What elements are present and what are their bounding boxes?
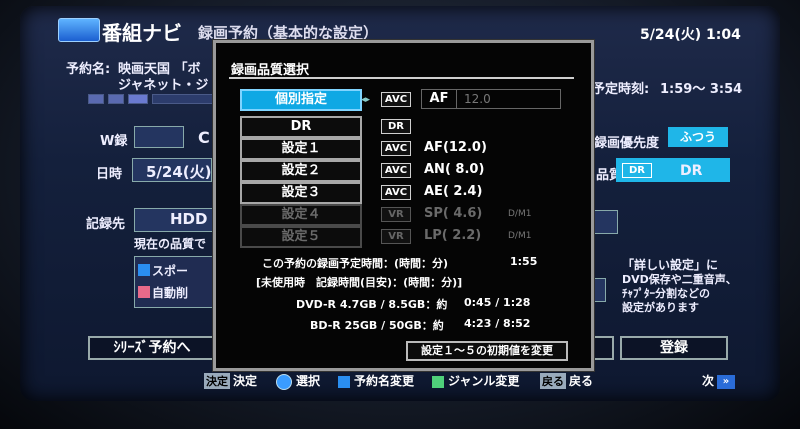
- quality-select-dialog: 録画品質選択 個別指定 ◂▸ AVC AF 12.0 DR DR 設定１ AVC…: [213, 40, 594, 371]
- genre-bar-seg: [152, 94, 214, 104]
- auto-delete-label: 自動削: [152, 286, 189, 300]
- sports-label: スポー: [152, 264, 189, 278]
- sports-check-icon: [138, 264, 150, 276]
- current-datetime: 5/24(火) 1:04: [640, 27, 741, 43]
- hint-genre: ジャンル変更: [432, 372, 519, 389]
- dialog-title: 録画品質選択: [231, 63, 310, 78]
- option-setting-2-tag: AVC: [381, 163, 411, 178]
- option-setting-1[interactable]: 設定１: [240, 138, 362, 160]
- program-name-line2: ジャネット・ジ: [118, 78, 209, 93]
- bd-capacity-label: BD-R 25GB / 50GB：約: [310, 319, 444, 332]
- option-individual-tag: AVC: [381, 92, 411, 107]
- app-title: 番組ナビ: [102, 21, 182, 45]
- option-setting-4[interactable]: 設定４: [240, 204, 362, 226]
- genre-bar-seg: [88, 94, 104, 104]
- option-setting-3-mode: AE( 2.4): [424, 184, 483, 199]
- option-setting-3[interactable]: 設定３: [240, 182, 362, 204]
- dvd-capacity-value: 0:45 / 1:28: [464, 296, 531, 309]
- dest-value: HDD: [170, 210, 208, 228]
- program-label: 予約名:: [66, 62, 111, 77]
- hint-select: 選択: [276, 372, 320, 390]
- option-setting-2-mode: AN( 8.0): [424, 162, 485, 177]
- genre-bar-seg: [108, 94, 124, 104]
- c-label: C: [198, 128, 210, 147]
- hint-genre-label: ジャンル変更: [448, 374, 520, 388]
- option-setting-5-mode: LP( 2.2): [424, 228, 482, 243]
- help-text-4: 設定があります: [622, 301, 699, 314]
- option-setting-4-tag: VR: [381, 207, 411, 222]
- quality-value: DR: [680, 163, 703, 179]
- quality-tag: DR: [622, 163, 652, 178]
- hint-back-label: 戻る: [569, 374, 594, 388]
- auto-delete-check-icon: [138, 286, 150, 298]
- date-value: 5/24(火): [146, 163, 212, 181]
- reset-defaults-button[interactable]: 設定１～５の初期値を変更: [406, 341, 568, 361]
- hint-next: 次»: [702, 372, 736, 389]
- back-key-icon: 戻る: [540, 373, 566, 389]
- option-setting-3-tag: AVC: [381, 185, 411, 200]
- cross-key-icon: [276, 373, 292, 390]
- hint-next-label: 次: [702, 374, 715, 388]
- guide-logo-icon: [58, 18, 100, 42]
- option-setting-1-mode: AF(12.0): [424, 140, 487, 155]
- bd-capacity-value: 4:23 / 8:52: [464, 317, 531, 330]
- individual-rate: 12.0: [464, 92, 491, 106]
- rec-priority-value[interactable]: ふつう: [668, 127, 728, 147]
- tv-screen: 番組ナビ 録画予約（基本的な設定） 5/24(火) 1:04 予約名: 映画天国…: [0, 0, 800, 429]
- hint-rename: 予約名変更: [338, 372, 414, 389]
- option-setting-2[interactable]: 設定２: [240, 160, 362, 182]
- option-individual[interactable]: 個別指定: [240, 89, 362, 111]
- option-dr-tag: DR: [381, 119, 411, 134]
- next-page-icon[interactable]: »: [717, 374, 736, 389]
- hint-rename-label: 予約名変更: [354, 374, 415, 388]
- decide-key-icon: 決定: [204, 373, 230, 389]
- w-rec-label: W録: [100, 134, 128, 149]
- hint-decide: 決定 決定: [204, 372, 257, 389]
- unused-time-label: [未使用時 記録時間(目安)：(時間：分)]: [256, 276, 463, 289]
- blue-key-icon: [338, 375, 350, 388]
- rec-time-label: この予約の録画予定時間：(時間：分): [262, 257, 449, 270]
- schedule-label: 予定時刻:: [592, 82, 650, 97]
- schedule-value: 1:59～ 3:54: [660, 82, 743, 97]
- option-dr[interactable]: DR: [240, 116, 362, 138]
- current-quality-text: 現在の品質で: [134, 237, 207, 251]
- adjust-arrows-icon: ◂▸: [361, 95, 371, 105]
- hint-back: 戻る 戻る: [540, 372, 593, 389]
- option-setting-4-dm: D/M1: [508, 209, 532, 219]
- series-reservation-button[interactable]: ｼﾘｰｽﾞ予約へ: [88, 336, 216, 360]
- rec-time-value: 1:55: [510, 255, 538, 268]
- option-setting-4-mode: SP( 4.6): [424, 206, 483, 221]
- date-label: 日時: [96, 167, 123, 182]
- dvd-capacity-label: DVD-R 4.7GB / 8.5GB：約: [296, 298, 448, 311]
- dest-label: 記録先: [86, 217, 126, 232]
- individual-mode: AF: [422, 90, 457, 108]
- individual-mode-box[interactable]: AF 12.0: [421, 89, 561, 109]
- dialog-divider: [229, 77, 574, 79]
- genre-bar-seg: [128, 94, 148, 104]
- w-rec-field[interactable]: [134, 126, 184, 148]
- dest-side-field: [590, 210, 618, 234]
- rec-priority-label: 録画優先度: [594, 136, 660, 151]
- hint-select-label: 選択: [296, 374, 321, 388]
- option-setting-5-tag: VR: [381, 229, 411, 244]
- option-setting-1-tag: AVC: [381, 141, 411, 156]
- option-setting-5-dm: D/M1: [508, 231, 532, 241]
- option-setting-5[interactable]: 設定５: [240, 226, 362, 248]
- hint-decide-label: 決定: [233, 374, 258, 388]
- green-key-icon: [432, 375, 444, 388]
- register-button[interactable]: 登録: [620, 336, 728, 360]
